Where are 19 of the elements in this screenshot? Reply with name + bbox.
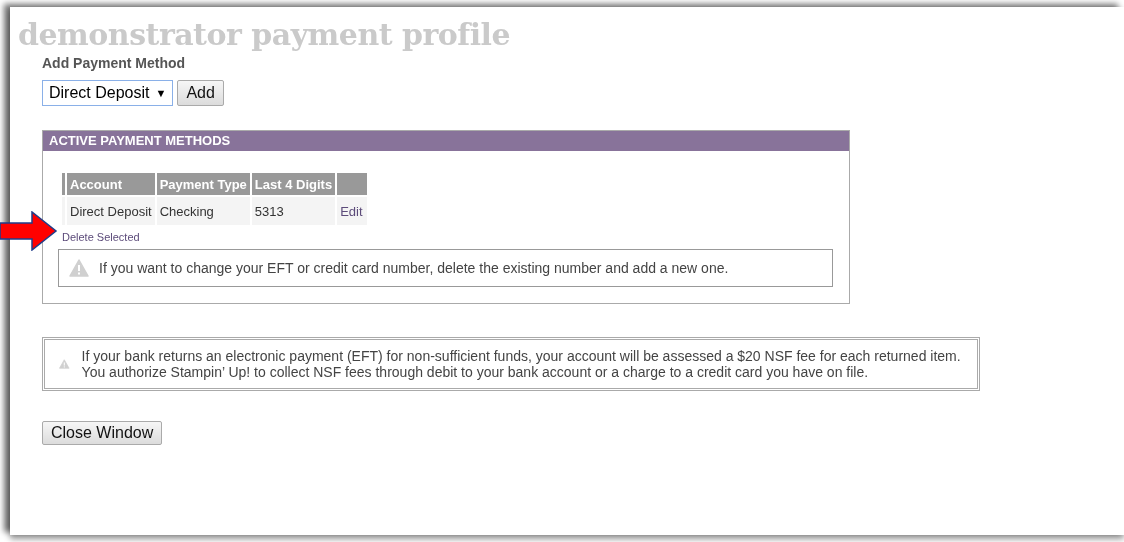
nsf-notice-text: If your bank returns an electronic payment (EFT) for non-sufficient funds, your account will be assessed a $20 NSF fee for each returned item. You authorize Stampin’ Up! to collect NSF fees through debit to your bank account or a charge to a credit card you have on file.	[81, 348, 962, 380]
notice-text: If you want to change your EFT or credit card number, delete the existing number and add a new one.	[99, 260, 729, 276]
annotation-arrow	[0, 211, 58, 251]
section-label: Add Payment Method	[42, 55, 186, 71]
close-window-button[interactable]: Close Window	[42, 421, 163, 445]
header-cell	[62, 173, 65, 195]
table-cell: Checking	[156, 197, 250, 225]
header-cell	[337, 173, 368, 195]
table-cell: 5313	[251, 197, 336, 225]
panel-header: ACTIVE PAYMENT METHODS	[43, 131, 849, 151]
table-cell: Direct Deposit	[67, 197, 155, 225]
column-header: Last 4 Digits	[251, 173, 336, 195]
column-header: Payment Type	[156, 173, 250, 195]
payment-method-select[interactable]: Direct Deposit ▼	[42, 80, 174, 106]
delete-selected-link[interactable]: Delete Selected	[62, 231, 140, 243]
edit-link[interactable]: Edit	[337, 197, 368, 225]
warning-icon	[69, 259, 89, 277]
add-button[interactable]: Add	[177, 80, 224, 106]
column-header: Account	[67, 173, 155, 195]
